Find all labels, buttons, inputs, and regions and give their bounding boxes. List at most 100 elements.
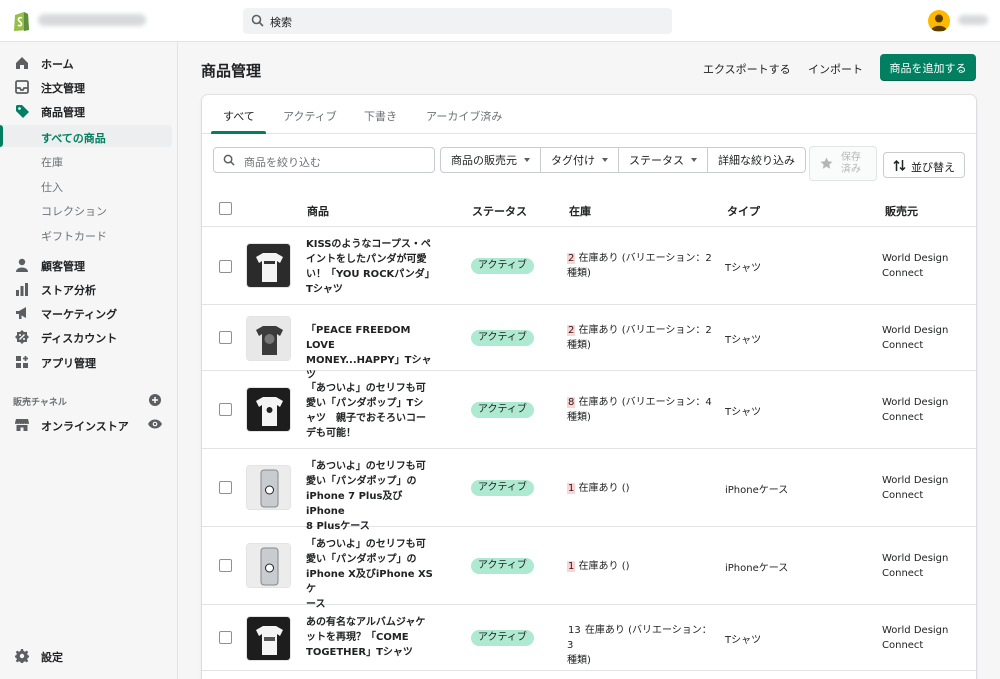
more-filters-label: 詳細な絞り込み	[718, 154, 795, 167]
add-product-button[interactable]: 商品を追加する	[880, 54, 976, 81]
sidebar-subitem-collections[interactable]: コレクション	[0, 198, 172, 220]
product-thumbnail[interactable]	[246, 543, 291, 588]
column-header-inventory[interactable]: 在庫	[569, 203, 591, 219]
product-name-link[interactable]: あの有名なアルバムジャケ ットを再現？「COME TOGETHER」Tシャツ	[306, 615, 436, 660]
select-all-checkbox[interactable]	[219, 202, 232, 215]
status-filter-button[interactable]: ステータス	[619, 148, 708, 172]
product-type: iPhoneケース	[725, 563, 789, 574]
sidebar-item-home[interactable]: ホーム	[0, 52, 178, 74]
table-row[interactable]: 「あついよ」のセリフも可 愛い「パンダポップ」の iPhone 7 Plus及び…	[202, 449, 976, 532]
row-checkbox[interactable]	[219, 260, 232, 273]
more-filters-button[interactable]: 詳細な絞り込み	[708, 148, 805, 172]
discount-icon	[15, 330, 29, 344]
status-filter-label: ステータス	[629, 154, 684, 167]
vendor-line: Connect	[882, 412, 924, 423]
vendor-line: World Design	[882, 475, 949, 486]
table-row[interactable]: 「あついよ」のセリフも可 愛い「パンダポップ」Tシ ャツ 親子でおそろいコー デ…	[202, 371, 976, 449]
gear-icon	[15, 649, 29, 663]
row-checkbox[interactable]	[219, 631, 232, 644]
column-header-vendor[interactable]: 販売元	[885, 203, 918, 219]
table-row[interactable]: 「PEACE FREEDOM LOVE MONEY...HAPPY」Tシャツ ア…	[202, 305, 976, 381]
row-checkbox[interactable]	[219, 331, 232, 344]
product-name-link[interactable]: 「あついよ」のセリフも可 愛い「パンダポップ」Tシ ャツ 親子でおそろいコー デ…	[306, 381, 436, 441]
product-type: Tシャツ	[725, 335, 762, 346]
row-checkbox[interactable]	[219, 481, 232, 494]
sidebar-subitem-inventory[interactable]: 在庫	[0, 149, 172, 171]
vendor-cell: World Design Connect	[882, 473, 972, 503]
table-row[interactable]: KISSのようなコープス・ペ イントをしたパンダが可愛 い！「YOU ROCKパ…	[202, 227, 976, 305]
product-thumbnail[interactable]	[246, 387, 291, 432]
tab-active[interactable]: アクティブ	[283, 108, 337, 124]
sidebar-item-discounts[interactable]: ディスカウント	[0, 326, 178, 348]
sidebar-item-orders[interactable]: 注文管理	[0, 76, 178, 98]
product-thumbnail[interactable]	[246, 243, 291, 288]
vendor-filter-button[interactable]: 商品の販売元	[441, 148, 541, 172]
add-channel-plus-icon[interactable]	[149, 394, 161, 406]
product-name-line: iPhone 7 Plus及び iPhone	[306, 491, 403, 517]
sort-button[interactable]: 並び替え	[883, 152, 965, 178]
global-search-input[interactable]: 検索	[243, 8, 672, 34]
product-name-line: KISSのようなコープス・ペ	[306, 239, 431, 250]
export-button[interactable]: エクスポートする	[703, 61, 791, 77]
vendor-line: Connect	[882, 268, 924, 279]
stock-count: 13	[568, 625, 581, 636]
sidebar-subitem-gift-cards[interactable]: ギフトカード	[0, 223, 172, 245]
view-store-eye-icon[interactable]	[148, 419, 162, 429]
product-name-line: 愛い「パンダポップ」の	[306, 554, 417, 565]
product-type: Tシャツ	[725, 263, 762, 274]
status-badge: アクティブ	[471, 558, 534, 574]
tab-archived[interactable]: アーカイブ済み	[426, 108, 502, 124]
vendor-line: Connect	[882, 640, 924, 651]
row-checkbox[interactable]	[219, 559, 232, 572]
vendor-line: Connect	[882, 340, 924, 351]
filter-placeholder: 商品を絞り込む	[244, 156, 321, 169]
user-name-blurred[interactable]	[958, 15, 988, 25]
product-type: Tシャツ	[725, 407, 762, 418]
sidebar-item-customers[interactable]: 顧客管理	[0, 254, 178, 276]
save-filter-button[interactable]: 保存 済み	[809, 146, 877, 181]
tag-icon	[15, 104, 29, 118]
user-avatar[interactable]	[928, 10, 950, 32]
row-checkbox[interactable]	[219, 403, 232, 416]
store-name-blurred[interactable]	[38, 14, 146, 26]
tab-draft[interactable]: 下書き	[364, 108, 397, 124]
sidebar-subitem-transfers[interactable]: 仕入	[0, 174, 172, 196]
import-button[interactable]: インポート	[808, 61, 863, 77]
sidebar-item-settings[interactable]: 設定	[0, 645, 178, 667]
product-name-line: 「あついよ」のセリフも可	[306, 539, 426, 550]
stock-text: 在庫あり ()	[575, 483, 630, 494]
product-name-line: い！「YOU ROCKパンダ」	[306, 269, 435, 280]
table-row[interactable]: あの有名なアルバムジャケ ットを再現？「COME TOGETHER」Tシャツ ア…	[202, 605, 976, 671]
sidebar-item-label: マーケティング	[41, 308, 118, 321]
product-type: iPhoneケース	[725, 485, 789, 496]
vendor-cell: World Design Connect	[882, 623, 972, 653]
sidebar-item-marketing[interactable]: マーケティング	[0, 302, 178, 324]
sidebar-item-label: 商品管理	[41, 106, 85, 119]
product-thumbnail[interactable]	[246, 465, 291, 510]
table-header: 商品 ステータス 在庫 タイプ 販売元	[202, 191, 976, 227]
filter-products-input[interactable]: 商品を絞り込む	[213, 147, 435, 173]
column-header-product[interactable]: 商品	[307, 203, 329, 219]
product-thumbnail[interactable]	[246, 616, 291, 661]
tab-all[interactable]: すべて	[223, 108, 255, 124]
column-header-type[interactable]: タイプ	[727, 203, 760, 219]
product-name-line: 「あついよ」のセリフも可	[306, 383, 426, 394]
caret-down-icon	[602, 158, 608, 162]
tagged-filter-button[interactable]: タグ付け	[541, 148, 619, 172]
sidebar-item-apps[interactable]: アプリ管理	[0, 351, 178, 373]
table-row[interactable]: 「あついよ」のセリフも可 愛い「パンダポップ」の iPhone X及びiPhon…	[202, 527, 976, 610]
column-header-status[interactable]: ステータス	[472, 203, 527, 219]
sidebar-item-products[interactable]: 商品管理	[0, 100, 178, 122]
sidebar-subitem-all-products[interactable]: すべての商品	[0, 125, 172, 147]
sidebar-item-analytics[interactable]: ストア分析	[0, 278, 178, 300]
product-thumbnail[interactable]	[246, 316, 291, 361]
sales-channels-heading: 販売チャネル	[13, 398, 67, 408]
product-name-link[interactable]: KISSのようなコープス・ペ イントをしたパンダが可愛 い！「YOU ROCKパ…	[306, 237, 436, 297]
product-name-link[interactable]: 「あついよ」のセリフも可 愛い「パンダポップ」の iPhone 7 Plus及び…	[306, 459, 436, 534]
product-name-link[interactable]: 「あついよ」のセリフも可 愛い「パンダポップ」の iPhone X及びiPhon…	[306, 537, 436, 612]
product-name-line: ットを再現？「COME	[306, 632, 409, 643]
product-name-line: イントをしたパンダが可愛	[306, 254, 427, 265]
star-icon	[820, 157, 833, 173]
shopify-logo-icon[interactable]	[12, 10, 30, 32]
status-badge: アクティブ	[471, 330, 534, 346]
